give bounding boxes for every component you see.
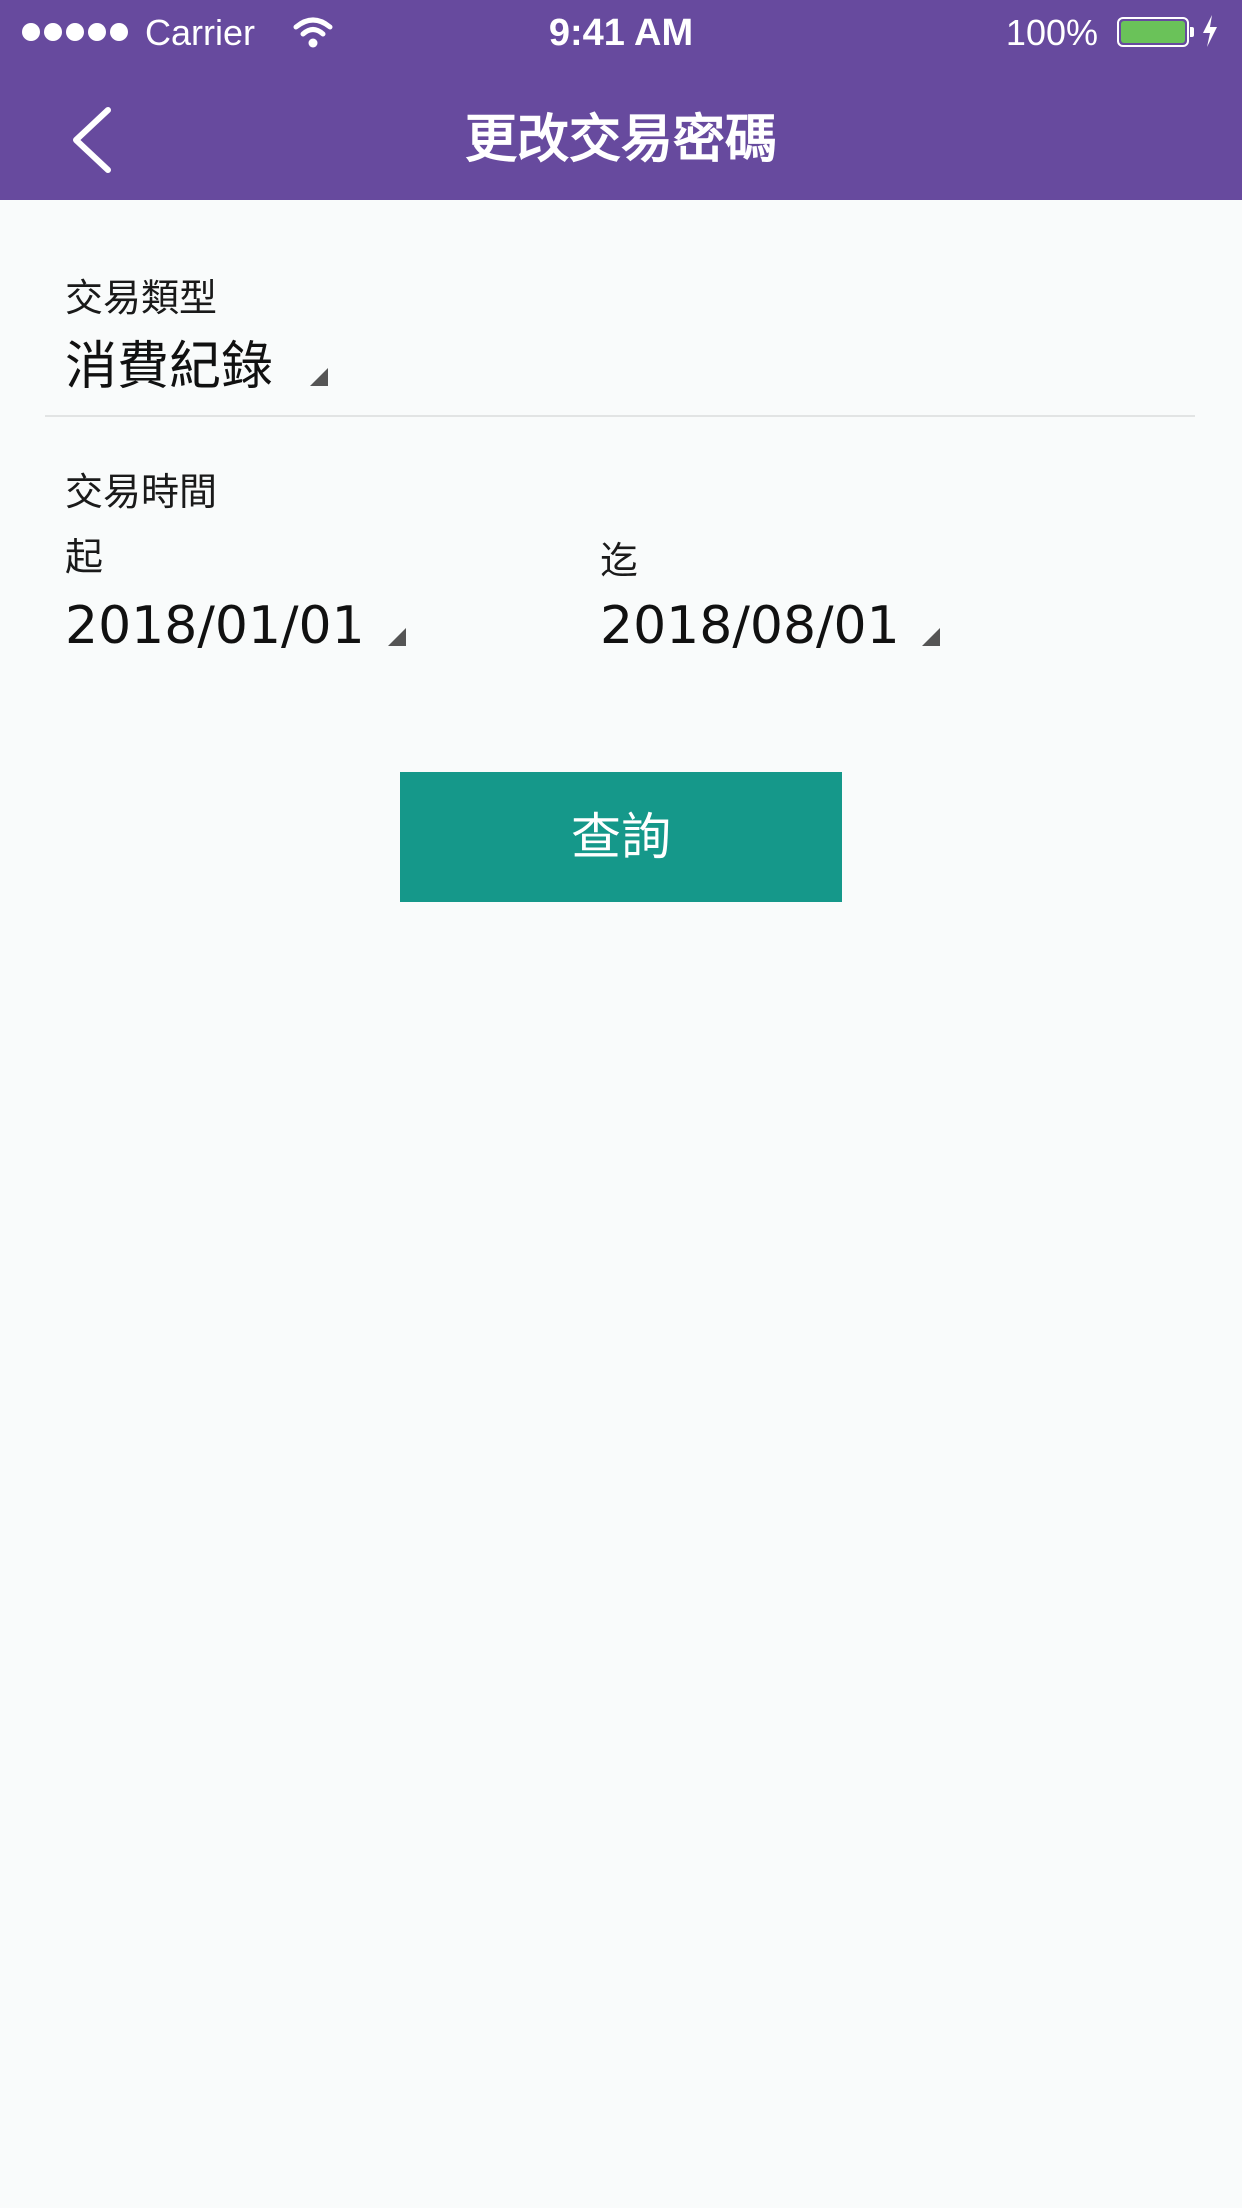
dropdown-caret-icon: [388, 628, 406, 646]
end-date-label: 迄: [600, 539, 639, 583]
transaction-type-label: 交易類型: [65, 276, 218, 320]
end-date-select[interactable]: 2018/08/01: [600, 592, 900, 660]
app-header: Carrier 9:41 AM 100% 更改交易密碼: [0, 0, 1242, 200]
start-date-select[interactable]: 2018/01/01: [65, 592, 365, 660]
dropdown-caret-icon: [922, 628, 940, 646]
battery-percentage: 100%: [1005, 12, 1098, 53]
battery-cap: [1190, 27, 1194, 37]
divider: [45, 415, 1195, 417]
start-date-label: 起: [65, 535, 104, 579]
transaction-time-label: 交易時間: [65, 470, 218, 514]
transaction-type-select[interactable]: 消費紀錄: [65, 333, 273, 401]
query-button[interactable]: 查詢: [400, 772, 842, 902]
status-bar: Carrier 9:41 AM 100%: [0, 0, 1242, 66]
charging-bolt-icon: [1203, 15, 1217, 47]
battery-icon: [1117, 17, 1189, 47]
page-title: 更改交易密碼: [464, 110, 777, 170]
dropdown-caret-icon: [310, 368, 328, 386]
